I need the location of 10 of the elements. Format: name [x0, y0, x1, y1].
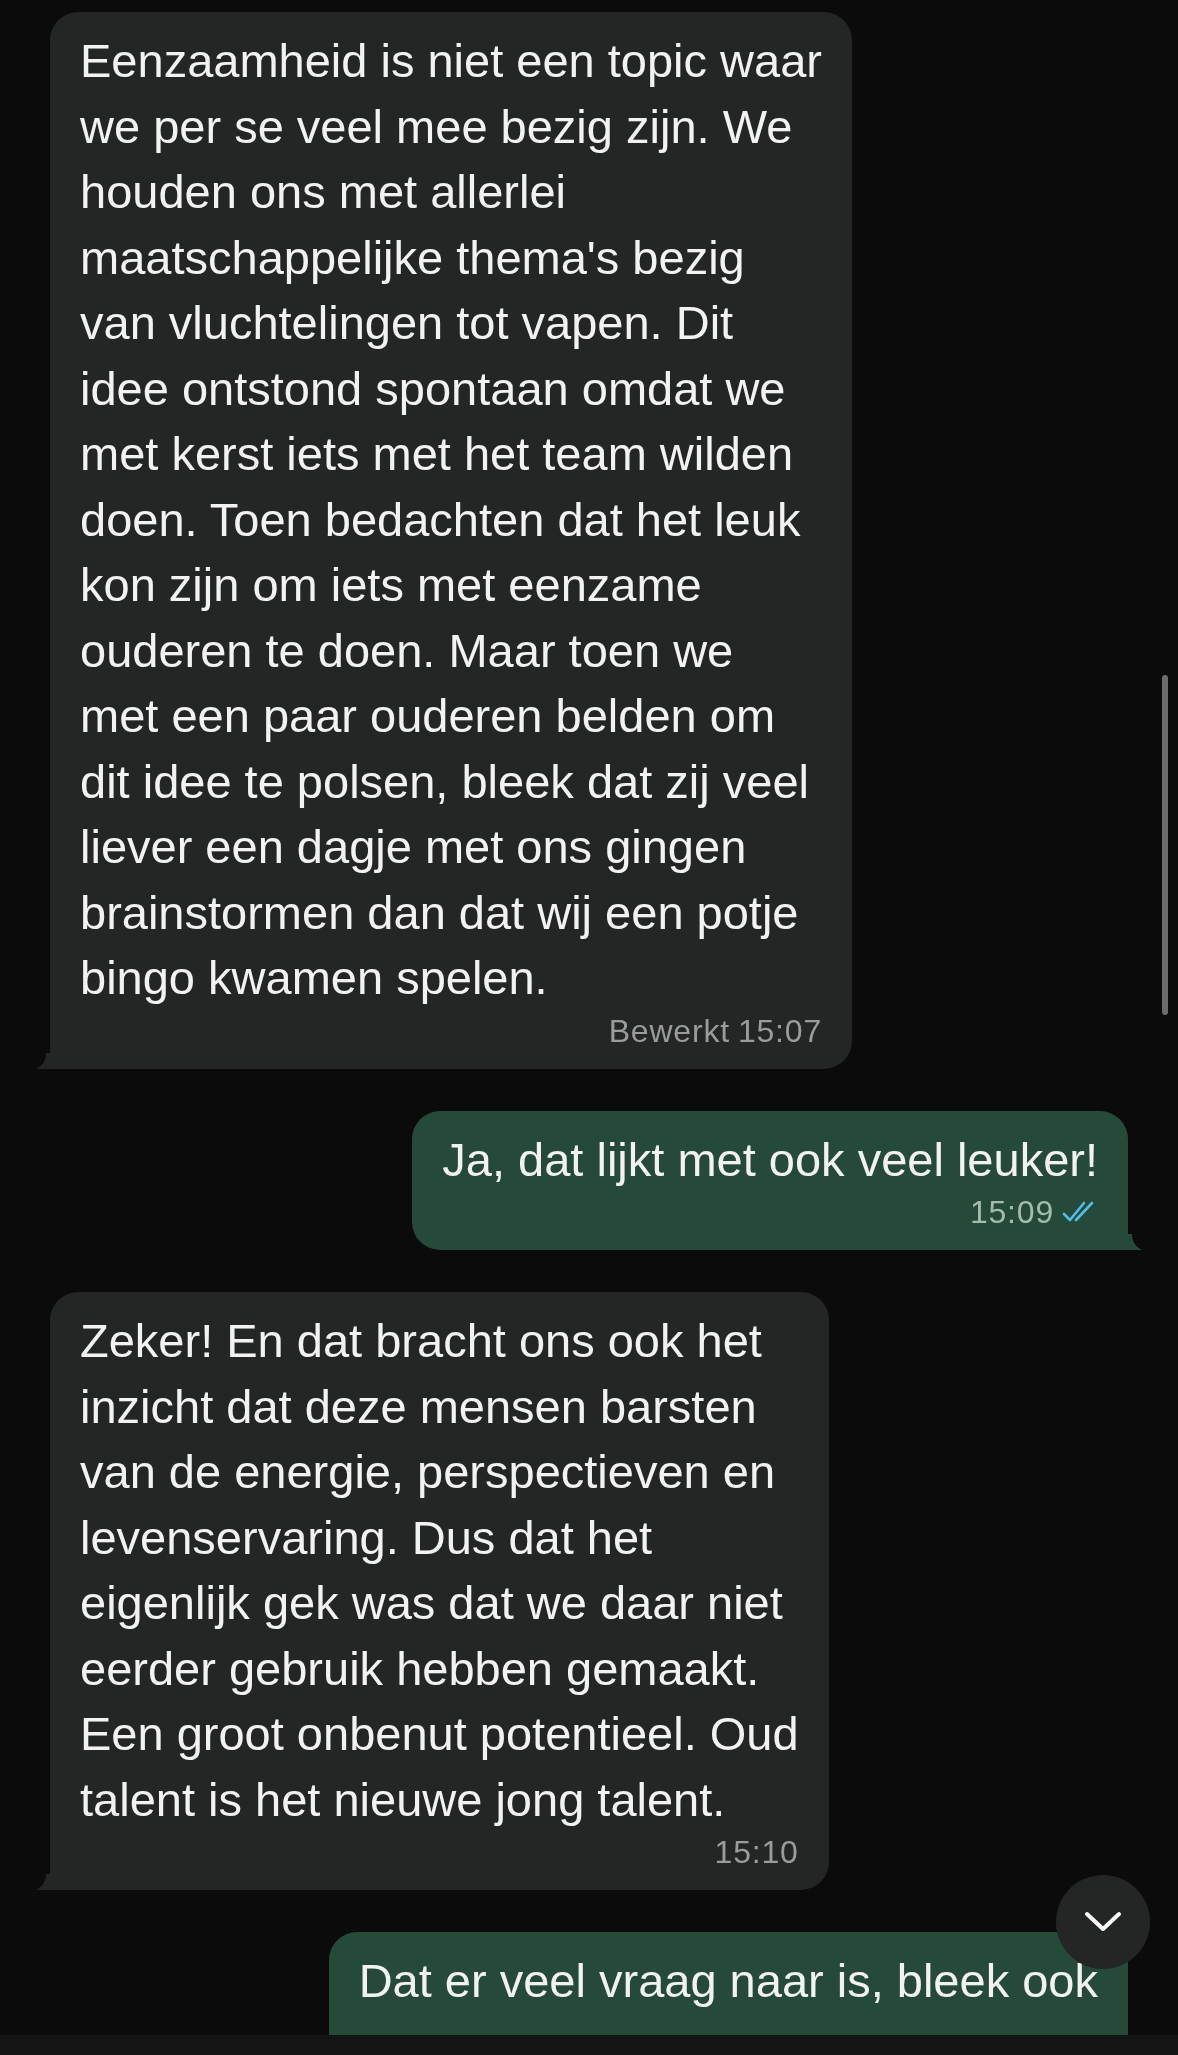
message-time: 15:09: [969, 1193, 1054, 1232]
message-time: 15:10: [714, 1833, 799, 1872]
chevron-down-icon: [1084, 1911, 1122, 1933]
scrollbar[interactable]: [1162, 675, 1168, 1015]
message-text: Zeker! En dat bracht ons ook het inzicht dat deze mensen barsten van de energie, perspectieven en levenservaring. Dus dat het eigenlijk gek was dat we daar niet eerder gebruik hebben gemaakt. Een groot onbenut potentieel. Oud talent is het nieuwe jong talent.: [80, 1313, 799, 1828]
edited-label: Bewerkt: [608, 1011, 730, 1051]
message-text: Ja, dat lijkt met ook veel leuker!: [442, 1131, 1098, 1188]
message-text: Dat er veel vraag naar is, bleek ook: [358, 1953, 1098, 2009]
message-text: Eenzaamheid is niet een topic waar we per se veel mee bezig zijn. We houden ons met allerlei maatschappelijke thema's bezig van vluchtelingen tot vapen. Dit idee ontstond spontaan omdat we met kerst iets met het team wilden doen. Toen bedachten dat het leuk kon zijn om iets met eenzame ouderen te doen. Maar toen we met een paar ouderen belden om dit idee te polsen, bleek dat zij veel liever een dagje met ons gingen brainstormen dan dat wij een potje bingo kwamen spelen.: [80, 33, 822, 1006]
message-time: 15:07: [737, 1011, 822, 1051]
